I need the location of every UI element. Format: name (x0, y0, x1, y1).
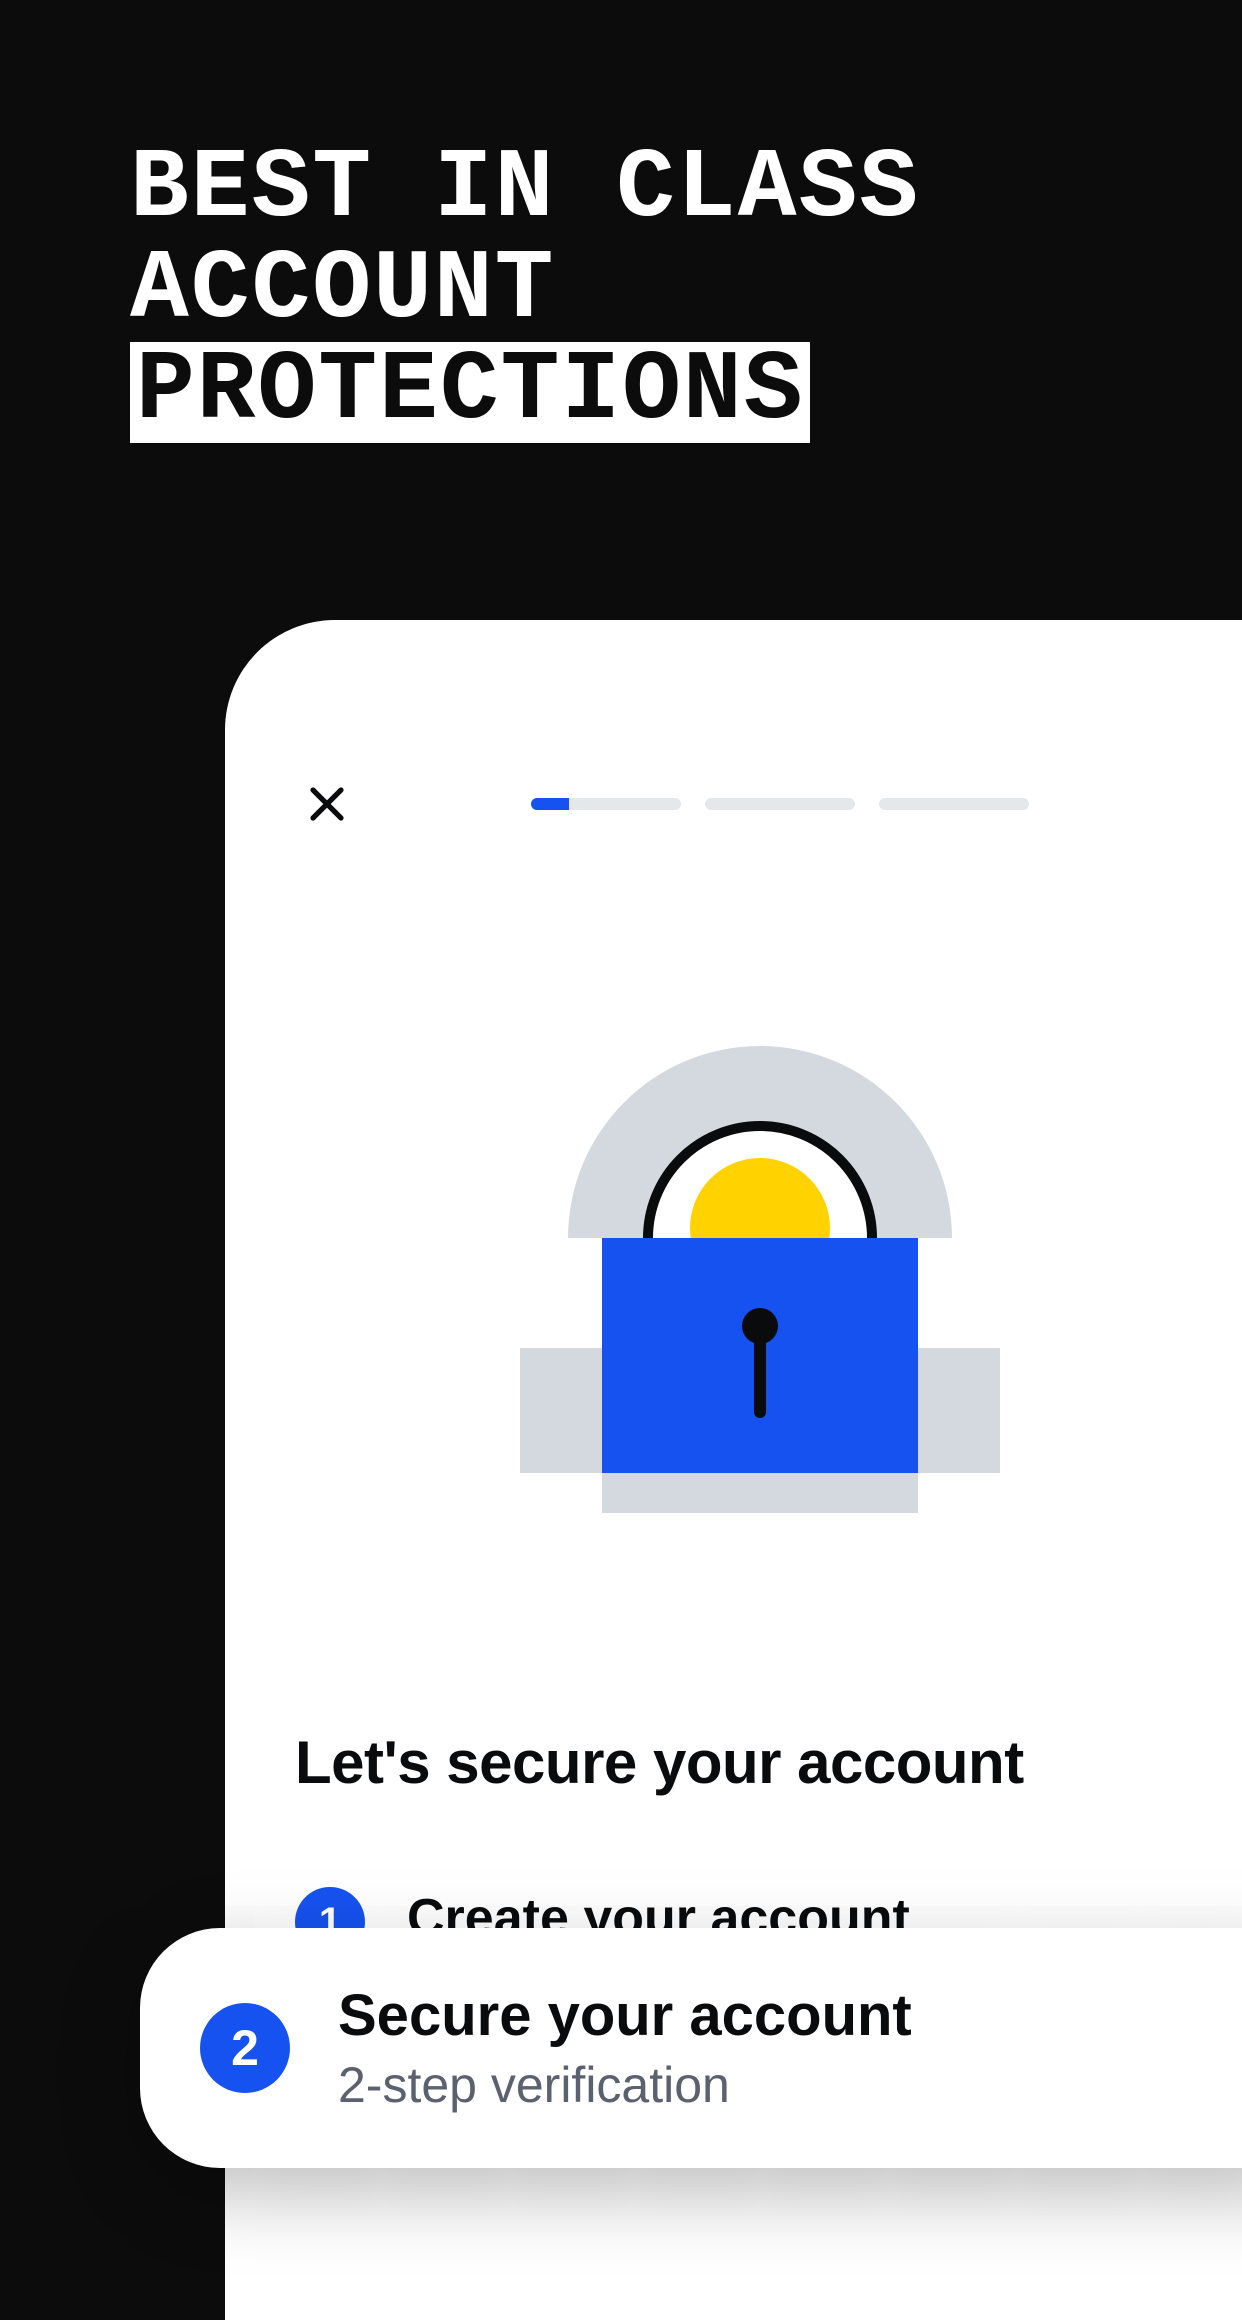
close-icon[interactable] (303, 780, 351, 828)
lock-icon (520, 1038, 1000, 1518)
step-item-secure-account[interactable]: 2 Secure your account 2-step verificatio… (140, 1928, 1242, 2168)
step-subtitle: 2-step verification (338, 2056, 912, 2114)
progress-segment-2 (705, 798, 855, 810)
headline-line-1: BEST IN CLASS (130, 140, 920, 241)
headline-line-2: ACCOUNT (130, 241, 920, 342)
top-bar (295, 780, 1225, 828)
progress-segment-3 (879, 798, 1029, 810)
headline-highlight: PROTECTIONS (130, 342, 810, 443)
promo-headline: BEST IN CLASS ACCOUNT PROTECTIONS (130, 140, 920, 443)
step-title: Secure your account (338, 1982, 912, 2050)
progress-segment-1 (531, 798, 681, 810)
step-number-badge: 2 (200, 2003, 290, 2093)
section-heading: Let's secure your account (295, 1728, 1225, 1797)
progress-bar (531, 798, 1029, 810)
